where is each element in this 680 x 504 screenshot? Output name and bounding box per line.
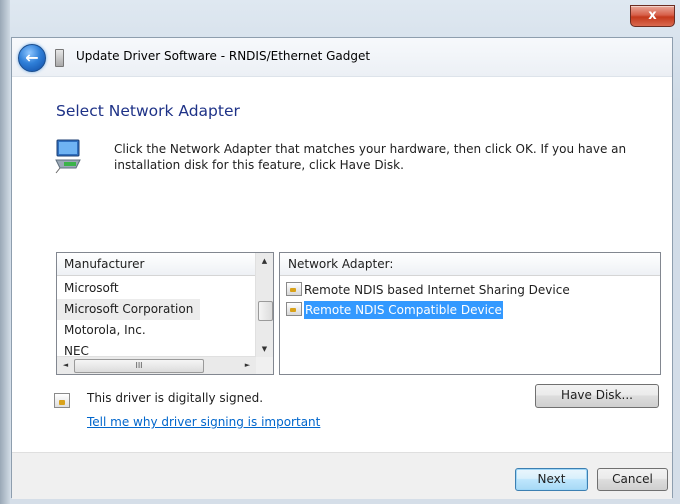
- scroll-left-icon[interactable]: ◄: [57, 357, 74, 373]
- vertical-scroll-thumb[interactable]: [258, 301, 273, 321]
- list-item[interactable]: Motorola, Inc.: [57, 320, 256, 341]
- wizard-header: ← Update Driver Software - RNDIS/Etherne…: [12, 38, 672, 77]
- next-button[interactable]: Next: [515, 468, 588, 491]
- manufacturer-listbox[interactable]: Manufacturer Microsoft Microsoft Corpora…: [56, 252, 274, 375]
- instruction-text: Click the Network Adapter that matches y…: [114, 142, 627, 172]
- scroll-up-icon[interactable]: ▲: [256, 253, 273, 269]
- horizontal-scroll-thumb[interactable]: III: [74, 359, 204, 373]
- close-button[interactable]: x: [630, 5, 675, 27]
- usb-device-icon: [55, 49, 64, 67]
- window-title: Update Driver Software - RNDIS/Ethernet …: [76, 49, 371, 63]
- certificate-icon: [54, 393, 70, 408]
- page-title: Select Network Adapter: [56, 102, 240, 120]
- network-adapter-listbox[interactable]: Network Adapter: Remote NDIS based Inter…: [279, 252, 661, 375]
- back-button[interactable]: ←: [18, 44, 46, 72]
- adapter-item-label: Remote NDIS based Internet Sharing Devic…: [304, 283, 570, 297]
- driver-signing-link[interactable]: Tell me why driver signing is important: [87, 415, 320, 429]
- list-item-selected[interactable]: Remote NDIS Compatible Device: [286, 300, 570, 320]
- network-adapter-icon: [55, 139, 81, 174]
- scrollbar-corner: [256, 357, 273, 374]
- list-item[interactable]: Microsoft: [57, 278, 256, 299]
- cancel-button[interactable]: Cancel: [597, 468, 668, 491]
- dialog-client-area: ← Update Driver Software - RNDIS/Etherne…: [11, 37, 673, 499]
- list-item[interactable]: Remote NDIS based Internet Sharing Devic…: [286, 280, 570, 300]
- network-card-icon: [286, 282, 302, 296]
- list-item-selected[interactable]: Microsoft Corporation: [57, 299, 201, 320]
- scroll-down-icon[interactable]: ▼: [256, 341, 273, 357]
- vertical-scrollbar[interactable]: ▲ ▼: [255, 253, 273, 357]
- horizontal-scrollbar[interactable]: ◄ III ►: [57, 356, 256, 374]
- scroll-right-icon[interactable]: ►: [239, 357, 256, 373]
- wizard-footer: Next Cancel: [12, 452, 672, 499]
- adapter-column-header[interactable]: Network Adapter:: [280, 253, 660, 276]
- manufacturer-column-header[interactable]: Manufacturer: [57, 253, 256, 276]
- signature-status-text: This driver is digitally signed.: [87, 391, 264, 405]
- adapter-item-label: Remote NDIS Compatible Device: [304, 301, 503, 319]
- network-card-icon: [286, 302, 302, 316]
- have-disk-button[interactable]: Have Disk...: [535, 384, 659, 408]
